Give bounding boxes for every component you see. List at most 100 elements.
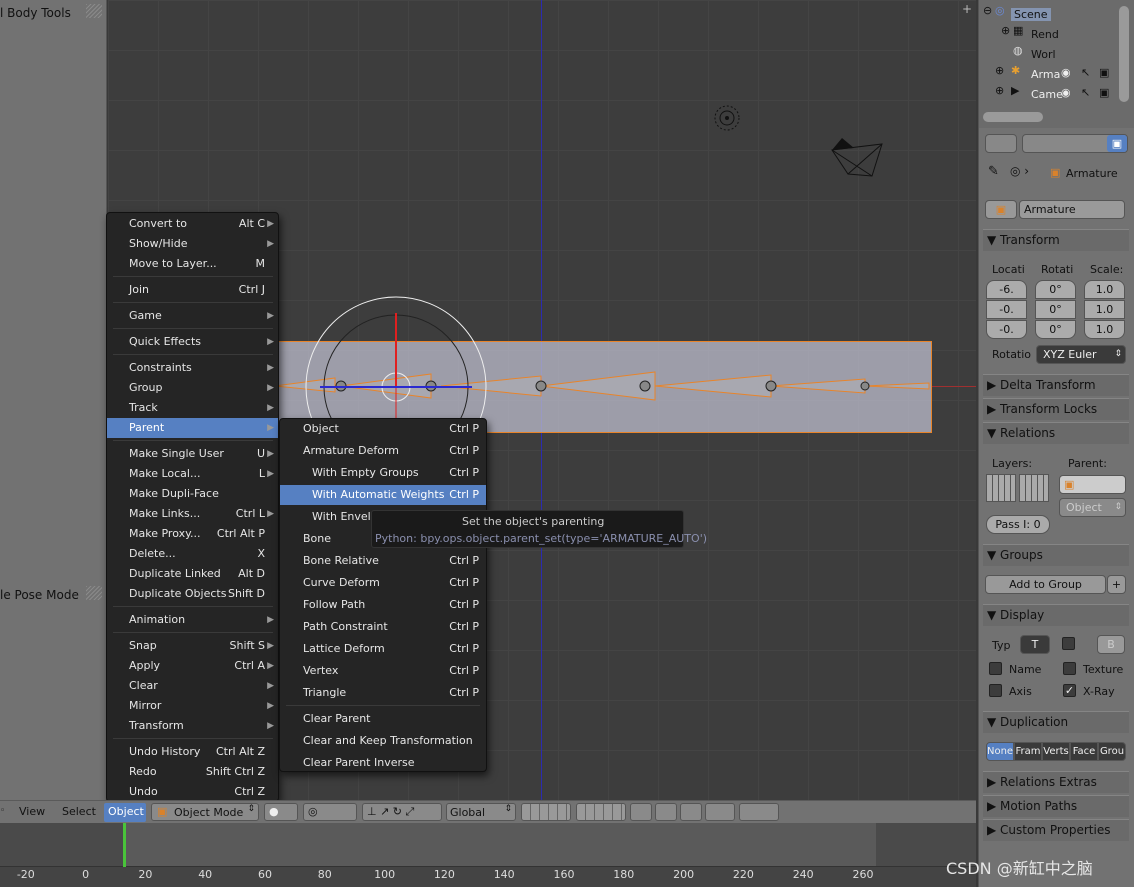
camera-render-icon[interactable]: ▣ [1099,66,1109,79]
object-menu-item[interactable]: Undo History Ctrl Alt Z [107,742,278,762]
object-menu-item[interactable]: Quick Effects ▶ [107,332,278,352]
object-menu-item[interactable]: Apply Ctrl A ▶ [107,656,278,676]
bounds-type-select[interactable]: B [1097,635,1125,654]
cursor-icon[interactable]: ↖ [1081,66,1090,79]
outliner[interactable]: ⊖ ◎ Scene ⊕ ▦ Rend ◍ Worl ⊕ ✱ Arma ◉ ↖ ▣… [978,0,1134,128]
texture-checkbox[interactable] [1063,662,1076,675]
bounds-checkbox[interactable] [1062,637,1075,650]
cursor-icon[interactable]: ↖ [1081,86,1090,99]
display-panel-header[interactable]: ▼ Display [983,604,1129,626]
object-menu-button[interactable]: Object [104,803,146,822]
outliner-row-camera[interactable]: ⊕ ▶ Came ◉ ↖ ▣ [979,84,1134,104]
object-menu-item[interactable]: Transform ▶ [107,716,278,736]
rotation-field[interactable]: 0° [1035,320,1076,339]
object-type-icon[interactable]: ▣ [985,200,1017,219]
object-menu-item[interactable]: Clear ▶ [107,676,278,696]
parent-menu-item[interactable]: Object Ctrl P [280,419,486,439]
object-name-field[interactable]: Armature [1019,200,1125,219]
parent-menu-item[interactable]: Curve Deform Ctrl P [280,573,486,593]
transform-locks-panel-header[interactable]: ▶ Transform Locks [983,398,1129,420]
duplication-option[interactable]: Fram [1014,742,1042,761]
duplication-option[interactable]: Grou [1098,742,1126,761]
viewport-expand-icon[interactable]: + [962,2,972,16]
object-menu-item[interactable]: Game ▶ [107,306,278,326]
parent-menu-item[interactable]: With Empty Groups Ctrl P [280,463,486,483]
render-opengl-icon[interactable] [739,803,779,821]
relations-extras-panel-header[interactable]: ▶ Relations Extras [983,771,1129,793]
object-menu-item[interactable]: Constraints ▶ [107,358,278,378]
outliner-row-world[interactable]: ◍ Worl [979,44,1134,64]
layer-grid-2[interactable] [1019,474,1049,502]
transform-panel-header[interactable]: ▼ Transform [983,229,1129,251]
pose-mode-panel-title[interactable]: le Pose Mode [0,588,79,602]
current-frame-marker[interactable] [123,823,126,867]
parent-menu-item[interactable]: Lattice Deform Ctrl P [280,639,486,659]
outliner-row-armature[interactable]: ⊕ ✱ Arma ◉ ↖ ▣ [979,64,1134,84]
scale-field[interactable]: 1.0 [1084,320,1125,339]
expand-icon[interactable]: ⊕ [1001,24,1010,37]
groups-panel-header[interactable]: ▼ Groups [983,544,1129,566]
parent-menu-item[interactable]: Clear Parent [280,709,486,729]
add-icon[interactable]: + [1107,575,1126,594]
mode-selector[interactable]: ▣ Object Mode ⇕ [151,803,259,821]
camera-icon[interactable] [828,134,886,180]
rotation-field[interactable]: 0° [1035,300,1076,319]
view-menu[interactable]: View [19,805,45,818]
lock-layers-icon[interactable] [630,803,652,821]
timeline-strip[interactable] [0,823,976,868]
object-menu-item[interactable]: Move to Layer... M [107,254,278,274]
object-menu-item[interactable]: Make Links... Ctrl L ▶ [107,504,278,524]
delta-transform-panel-header[interactable]: ▶ Delta Transform [983,374,1129,396]
select-menu[interactable]: Select [62,805,96,818]
eye-icon[interactable]: ◉ [1061,66,1071,79]
panel-drag-handle[interactable] [86,4,102,18]
parent-menu-item[interactable]: Clear Parent Inverse [280,753,486,773]
display-type-select[interactable]: T [1020,635,1050,654]
object-menu-item[interactable]: Make Dupli-Face [107,484,278,504]
location-field[interactable]: -6. [986,280,1027,299]
object-menu-item[interactable]: Snap Shift S ▶ [107,636,278,656]
expand-icon[interactable]: ⊕ [995,64,1004,77]
duplication-option[interactable]: None [986,742,1014,761]
outliner-row-render[interactable]: ⊕ ▦ Rend [979,24,1134,44]
duplication-panel-header[interactable]: ▼ Duplication [983,711,1129,733]
parent-menu-item[interactable]: Bone Relative Ctrl P [280,551,486,571]
layer-grid[interactable] [986,474,1016,502]
rotation-mode-select[interactable]: XYZ Euler ⇕ [1036,345,1126,364]
editor-type-selector[interactable] [985,134,1017,153]
horizontal-scrollbar[interactable] [983,112,1043,122]
pass-index-field[interactable]: Pass I: 0 [986,515,1050,534]
xray-checkbox-checked[interactable]: ✓ [1063,684,1076,697]
layer-buttons-2[interactable] [576,803,626,821]
context-tabs[interactable]: ▣ [1022,134,1128,153]
axis-checkbox[interactable] [989,684,1002,697]
object-menu-item[interactable]: Duplicate Objects Shift D [107,584,278,604]
parent-type-select[interactable]: Object ⇕ [1059,498,1126,517]
parent-menu-item[interactable]: Path Constraint Ctrl P [280,617,486,637]
expand-icon[interactable]: ⊕ [995,84,1004,97]
orientation-selector[interactable]: Global ⇕ [446,803,516,821]
pin-icon[interactable]: ✎ [988,164,999,179]
parent-menu-item[interactable]: With Automatic Weights Ctrl P [280,485,486,505]
add-to-group-button[interactable]: Add to Group [985,575,1106,594]
object-menu-item[interactable]: Group ▶ [107,378,278,398]
object-menu-item[interactable]: Track ▶ [107,398,278,418]
scale-field[interactable]: 1.0 [1084,280,1125,299]
object-menu-item[interactable]: Redo Shift Ctrl Z [107,762,278,782]
outliner-row-scene[interactable]: ⊖ ◎ Scene [979,4,1134,24]
rotation-field[interactable]: 0° [1035,280,1076,299]
location-field[interactable]: -0. [986,320,1027,339]
parent-menu-item[interactable]: Clear and Keep Transformation [280,731,486,751]
parent-field[interactable]: ▣ [1059,475,1126,494]
snap-element-icon[interactable] [705,803,735,821]
name-checkbox[interactable] [989,662,1002,675]
parent-menu-item[interactable]: Follow Path Ctrl P [280,595,486,615]
collapse-icon[interactable]: ⊖ [983,4,992,17]
duplication-option[interactable]: Face [1070,742,1098,761]
vertical-scrollbar[interactable] [1119,6,1129,102]
camera-render-icon[interactable]: ▣ [1099,86,1109,99]
object-tab-icon[interactable]: ▣ [1107,135,1127,152]
tool-shelf-title[interactable]: l Body Tools [0,6,71,20]
parent-menu-item[interactable]: Triangle Ctrl P [280,683,486,703]
object-menu-item[interactable]: Undo Ctrl Z [107,782,278,802]
